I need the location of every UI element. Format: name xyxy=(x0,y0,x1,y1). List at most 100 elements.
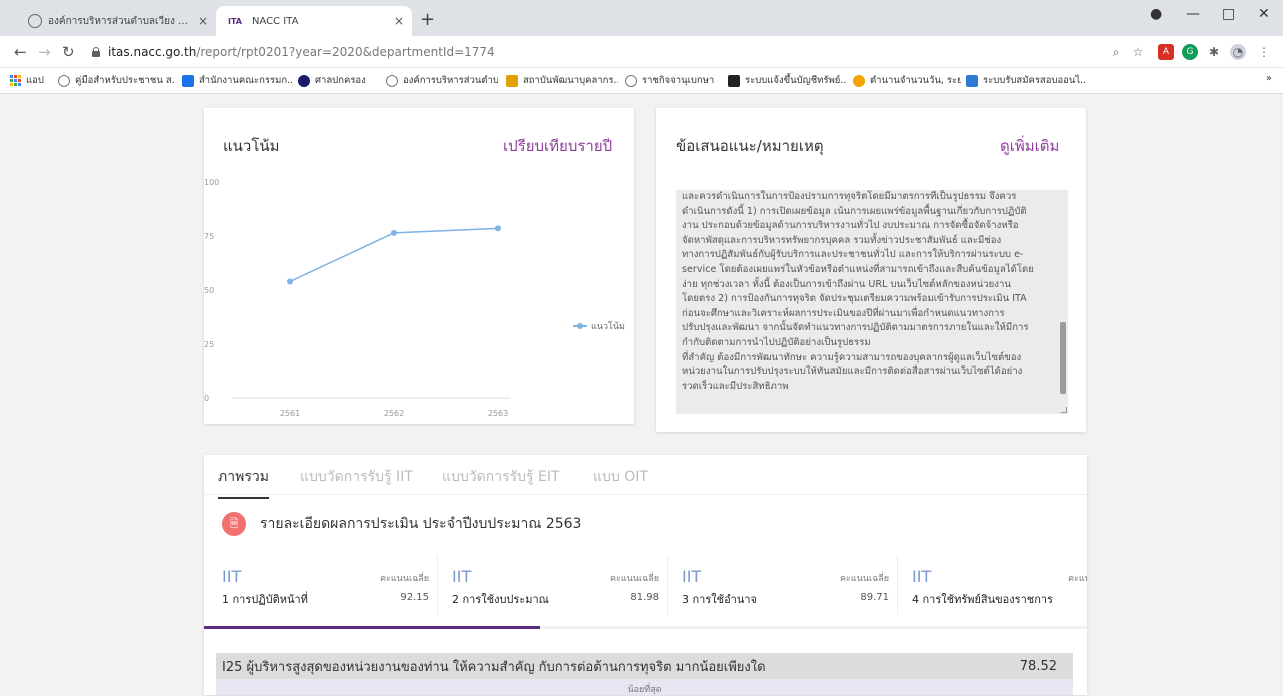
close-icon[interactable]: × xyxy=(394,14,404,28)
data-point[interactable] xyxy=(495,225,501,232)
x-tick-label: 2563 xyxy=(488,409,508,418)
y-tick-label: 100 xyxy=(204,178,219,187)
account-avatar-icon[interactable]: ◔ xyxy=(1230,44,1246,60)
score-card-avg-label: คะแนนเฉลี่ย xyxy=(840,574,889,584)
grammarly-extension-icon[interactable]: G xyxy=(1182,44,1198,60)
notes-card-title: ข้อเสนอแนะ/หมายเหตุ xyxy=(676,137,824,155)
profile-icon[interactable]: ● xyxy=(1150,6,1162,22)
question-score: 78.52 xyxy=(1019,658,1057,674)
score-card-name: 3 การใช้อำนาจ xyxy=(682,593,758,606)
detail-title: รายละเอียดผลการประเมิน ประจำปีงบประมาณ 2… xyxy=(260,516,582,532)
extensions-puzzle-icon[interactable]: ✱ xyxy=(1206,44,1222,60)
notes-line: ทางการปฏิสัมพันธ์กับผู้รับบริการและประชา… xyxy=(682,249,1024,261)
score-card[interactable]: IIT คะแนนเฉลี่ย 3 การใช้อำนาจ 89.71 xyxy=(672,555,898,615)
bookmark-item[interactable]: สถาบันพัฒนาบุคลากร... xyxy=(506,73,618,88)
score-card-code: IIT xyxy=(682,567,702,586)
pdf-extension-icon[interactable]: A xyxy=(1158,44,1174,60)
url-host: itas.nacc.go.th xyxy=(108,45,197,59)
y-tick-label: 25 xyxy=(204,340,214,349)
back-arrow-icon[interactable]: ← xyxy=(14,43,27,61)
court-logo-icon xyxy=(298,74,310,87)
url-path: /report/rpt0201?year=2020&departmentId=1… xyxy=(196,45,495,59)
institute-logo-icon xyxy=(506,74,518,87)
score-card[interactable]: IIT คะแนนเฉลี่ย 4 การใช้ทรัพย์สินของราชก… xyxy=(902,555,1087,615)
resize-handle-icon[interactable] xyxy=(1061,407,1067,413)
window-close-icon[interactable]: ✕ xyxy=(1258,6,1270,22)
lock-icon xyxy=(90,46,102,58)
notes-line: ปรับปรุงและพัฒนา จากนั้นจัดทำแนวทางการปฏ… xyxy=(682,322,1029,334)
exam-logo-icon xyxy=(966,74,978,87)
trend-line-chart: 0 25 50 75 100 2561 2562 2563 xyxy=(204,178,510,418)
compare-yearly-link[interactable]: เปรียบเทียบรายปี xyxy=(503,134,612,158)
score-card-code: IIT xyxy=(222,567,242,586)
bookmark-star-icon[interactable]: ☆ xyxy=(1130,44,1146,60)
question-text: I25 ผู้บริหารสูงสุดของหน่วยงานของท่าน ให… xyxy=(222,659,766,675)
notes-line: รวดเร็วและมีประสิทธิภาพ xyxy=(682,380,789,392)
data-point[interactable] xyxy=(391,229,397,236)
notes-line: ก่อนจะศึกษาและวิเคราะห์ผลการประเมินของปี… xyxy=(682,307,1005,319)
score-card[interactable]: IIT คะแนนเฉลี่ย 1 การปฏิบัติหน้าที่ 92.1… xyxy=(212,555,438,615)
bookmark-item[interactable]: องค์การบริหารส่วนตำบ... xyxy=(386,73,498,88)
bookmark-label: ระบบรับสมัครสอบออนไ... xyxy=(983,75,1086,86)
tab-title: NACC ITA xyxy=(252,15,299,27)
notes-textarea[interactable]: และควรดำเนินการในการป้องปรามการทุจริตโดย… xyxy=(676,190,1068,414)
address-bar[interactable]: itas.nacc.go.th/report/rpt0201?year=2020… xyxy=(90,39,1158,65)
bookmark-item[interactable]: ระบบรับสมัครสอบออนไ... xyxy=(966,73,1086,88)
reload-icon[interactable]: ↻ xyxy=(62,43,75,61)
bookmarks-overflow-button[interactable]: » xyxy=(1266,73,1272,84)
bookmark-item[interactable]: แอป xyxy=(10,73,44,88)
bookmarks-bar: แอป คู่มือสำหรับประชาชน ส... สำนักงานคณะ… xyxy=(0,68,1283,94)
tab-eit[interactable]: แบบวัดการรับรู้ EIT xyxy=(442,466,560,488)
see-more-link[interactable]: ดูเพิ่มเติม xyxy=(1000,134,1059,158)
bookmark-label: สถาบันพัฒนาบุคลากร... xyxy=(523,75,618,86)
notes-scrollbar[interactable] xyxy=(1060,322,1066,394)
score-card[interactable]: IIT คะแนนเฉลี่ย 2 การใช้งบประมาณ 81.98 xyxy=(442,555,668,615)
y-tick-label: 75 xyxy=(204,232,214,241)
score-card-name: 2 การใช้งบประมาณ xyxy=(452,593,549,606)
score-card-value: 92.15 xyxy=(400,592,429,603)
bookmark-item[interactable]: ราชกิจจานุเบกษา xyxy=(625,73,721,88)
menu-kebab-icon[interactable]: ⋮ xyxy=(1256,44,1272,60)
pdf-document-icon[interactable]: 🗎 xyxy=(222,512,246,536)
legend-label: แนวโน้ม xyxy=(591,322,625,332)
maximize-icon[interactable]: □ xyxy=(1222,6,1235,22)
score-card-avg-label: คะแนนเฉลี่ย xyxy=(1068,574,1087,584)
notes-line: ดำเนินการดังนี้ 1) การเปิดเผยข้อมูล เน้น… xyxy=(682,205,1027,217)
detail-heading: 🗎 รายละเอียดผลการประเมิน ประจำปีงบประมาณ… xyxy=(222,512,581,536)
x-tick-label: 2562 xyxy=(384,409,404,418)
tab-overview[interactable]: ภาพรวม xyxy=(218,466,269,499)
y-tick-label: 50 xyxy=(204,286,214,295)
bookmark-label: องค์การบริหารส่วนตำบ... xyxy=(403,75,498,86)
zoom-icon[interactable]: ⌕ xyxy=(1108,44,1124,60)
browser-tab-inactive[interactable]: องค์การบริหารส่วนตำบลเวียง อ.เวียงป่าเป้… xyxy=(20,6,216,36)
close-icon[interactable]: × xyxy=(198,14,208,28)
browser-tab-active[interactable]: ITA NACC ITA × xyxy=(216,6,412,36)
notes-line: และควรดำเนินการในการป้องปรามการทุจริตโดย… xyxy=(682,191,1017,202)
bookmark-item[interactable]: คู่มือสำหรับประชาชน ส... xyxy=(58,73,174,88)
bookmark-label: คู่มือสำหรับประชาชน ส... xyxy=(75,75,174,86)
bookmark-label: ตำนานจำนวนวัน, ระยะ... xyxy=(870,75,961,86)
data-point[interactable] xyxy=(287,278,293,285)
score-cards-scroll-progress[interactable] xyxy=(204,626,1087,629)
score-card-name: 4 การใช้ทรัพย์สินของราชการ xyxy=(912,593,1053,606)
bookmark-label: สำนักงานคณะกรรมก... xyxy=(199,75,292,86)
office-logo-icon xyxy=(182,74,194,87)
trend-card-title: แนวโน้ม xyxy=(223,137,280,155)
new-tab-button[interactable]: + xyxy=(420,9,435,30)
chart-legend[interactable]: แนวโน้ม xyxy=(573,319,625,333)
notes-line: ที่สำคัญ ต้องมีการพัฒนาทักษะ ความรู้ความ… xyxy=(682,351,1022,363)
score-card-code: IIT xyxy=(452,567,472,586)
bookmark-label: แอป xyxy=(26,75,44,86)
bookmark-item[interactable]: ตำนานจำนวนวัน, ระยะ... xyxy=(853,73,961,88)
bookmark-item[interactable]: สำนักงานคณะกรรมก... xyxy=(182,73,292,88)
tab-iit[interactable]: แบบวัดการรับรู้ IIT xyxy=(300,466,413,488)
tab-oit[interactable]: แบบ OIT xyxy=(593,466,648,488)
legend-swatch-icon xyxy=(573,323,587,329)
x-tick-label: 2561 xyxy=(280,409,300,418)
bookmark-item[interactable]: ระบบแจ้งขึ้นบัญชีทรัพย์... xyxy=(728,73,846,88)
y-tick-label: 0 xyxy=(204,394,209,403)
forward-arrow-icon[interactable]: → xyxy=(38,43,51,61)
score-card-avg-label: คะแนนเฉลี่ย xyxy=(610,574,659,584)
bookmark-item[interactable]: ศาลปกครอง xyxy=(298,73,378,88)
minimize-icon[interactable]: — xyxy=(1186,6,1200,22)
